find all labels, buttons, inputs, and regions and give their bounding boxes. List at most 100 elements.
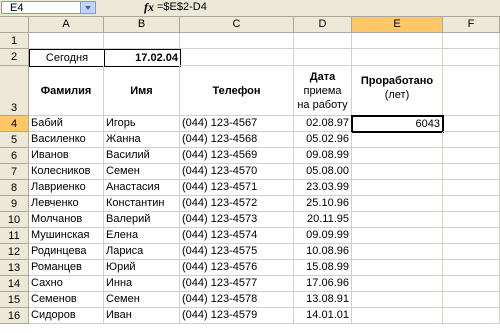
cell-e8[interactable] <box>352 180 443 196</box>
cell-b1[interactable] <box>104 33 180 49</box>
cell-e14[interactable] <box>352 276 443 292</box>
cell-d4[interactable]: 02.08.97 <box>294 116 352 132</box>
cell-f14[interactable] <box>443 276 500 292</box>
cell-a14[interactable]: Сахно <box>29 276 104 292</box>
cell-f15[interactable] <box>443 292 500 308</box>
cell-f12[interactable] <box>443 244 500 260</box>
cell-a4[interactable]: Бабий <box>29 116 104 132</box>
row-header-16[interactable]: 16 <box>0 308 29 324</box>
cell-b3[interactable]: Имя <box>104 66 180 116</box>
cell-b11[interactable]: Елена <box>104 228 180 244</box>
cell-d12[interactable]: 10.08.96 <box>294 244 352 260</box>
cell-f10[interactable] <box>443 212 500 228</box>
row-header-10[interactable]: 10 <box>0 212 29 228</box>
cell-f5[interactable] <box>443 132 500 148</box>
name-box[interactable]: E4 <box>1 1 96 14</box>
cell-f6[interactable] <box>443 148 500 164</box>
cell-f3[interactable] <box>443 66 500 116</box>
cell-d14[interactable]: 17.06.96 <box>294 276 352 292</box>
row-header-8[interactable]: 8 <box>0 180 29 196</box>
fx-icon[interactable]: fx <box>144 1 154 14</box>
cell-a5[interactable]: Василенко <box>29 132 104 148</box>
cell-a10[interactable]: Молчанов <box>29 212 104 228</box>
column-header-a[interactable]: A <box>29 17 104 33</box>
cell-e12[interactable] <box>352 244 443 260</box>
cell-f1[interactable] <box>443 33 500 49</box>
cell-c4[interactable]: (044) 123-4567 <box>180 116 294 132</box>
cell-c6[interactable]: (044) 123-4569 <box>180 148 294 164</box>
select-all-corner[interactable] <box>0 17 29 33</box>
cell-c7[interactable]: (044) 123-4570 <box>180 164 294 180</box>
cell-b4[interactable]: Игорь <box>104 116 180 132</box>
cell-a13[interactable]: Романцев <box>29 260 104 276</box>
row-header-6[interactable]: 6 <box>0 148 29 164</box>
cell-d2[interactable] <box>294 49 352 66</box>
column-header-d[interactable]: D <box>294 17 352 33</box>
cell-c15[interactable]: (044) 123-4578 <box>180 292 294 308</box>
cell-c1[interactable] <box>180 33 294 49</box>
cell-d10[interactable]: 20.11.95 <box>294 212 352 228</box>
row-header-9[interactable]: 9 <box>0 196 29 212</box>
row-header-12[interactable]: 12 <box>0 244 29 260</box>
cell-b10[interactable]: Валерий <box>104 212 180 228</box>
cell-e7[interactable] <box>352 164 443 180</box>
column-header-c[interactable]: C <box>180 17 294 33</box>
cell-a3[interactable]: Фамилия <box>29 66 104 116</box>
cell-a7[interactable]: Колесников <box>29 164 104 180</box>
cell-f16[interactable] <box>443 308 500 324</box>
column-header-e[interactable]: E <box>352 17 443 33</box>
cell-c13[interactable]: (044) 123-4576 <box>180 260 294 276</box>
cell-d8[interactable]: 23.03.99 <box>294 180 352 196</box>
cell-c10[interactable]: (044) 123-4573 <box>180 212 294 228</box>
cell-e13[interactable] <box>352 260 443 276</box>
cell-a2[interactable]: Сегодня <box>29 49 105 67</box>
cell-e2[interactable] <box>352 49 443 66</box>
cell-f8[interactable] <box>443 180 500 196</box>
cell-a16[interactable]: Сидоров <box>29 308 104 324</box>
cell-d13[interactable]: 15.08.99 <box>294 260 352 276</box>
cell-d15[interactable]: 13.08.91 <box>294 292 352 308</box>
cell-c5[interactable]: (044) 123-4568 <box>180 132 294 148</box>
cell-c8[interactable]: (044) 123-4571 <box>180 180 294 196</box>
cell-a15[interactable]: Семенов <box>29 292 104 308</box>
cell-b5[interactable]: Жанна <box>104 132 180 148</box>
cell-e16[interactable] <box>352 308 443 324</box>
formula-input[interactable]: =$E$2-D4 <box>157 1 207 14</box>
cell-a11[interactable]: Мушинская <box>29 228 104 244</box>
cell-b9[interactable]: Константин <box>104 196 180 212</box>
row-header-4[interactable]: 4 <box>0 116 29 132</box>
cell-e15[interactable] <box>352 292 443 308</box>
cell-e6[interactable] <box>352 148 443 164</box>
cell-a9[interactable]: Левченко <box>29 196 104 212</box>
cell-c12[interactable]: (044) 123-4575 <box>180 244 294 260</box>
row-header-2[interactable]: 2 <box>0 49 29 66</box>
cell-d16[interactable]: 14.01.01 <box>294 308 352 324</box>
cell-a6[interactable]: Иванов <box>29 148 104 164</box>
cell-d7[interactable]: 05.08.00 <box>294 164 352 180</box>
cell-d3[interactable]: Дата приема на работу <box>294 66 352 116</box>
cell-b6[interactable]: Василий <box>104 148 180 164</box>
cell-e9[interactable] <box>352 196 443 212</box>
cell-f13[interactable] <box>443 260 500 276</box>
name-box-dropdown-icon[interactable] <box>80 2 95 13</box>
cell-f7[interactable] <box>443 164 500 180</box>
cell-b12[interactable]: Лариса <box>104 244 180 260</box>
cell-a12[interactable]: Родинцева <box>29 244 104 260</box>
cell-e3[interactable]: Проработано (лет) <box>352 66 443 116</box>
row-header-13[interactable]: 13 <box>0 260 29 276</box>
cell-d9[interactable]: 25.10.96 <box>294 196 352 212</box>
cell-d1[interactable] <box>294 33 352 49</box>
cell-a8[interactable]: Лавриенко <box>29 180 104 196</box>
cell-b7[interactable]: Семен <box>104 164 180 180</box>
cell-b15[interactable]: Семен <box>104 292 180 308</box>
cell-f4[interactable] <box>443 116 500 132</box>
cell-a1[interactable] <box>29 33 104 49</box>
cell-b13[interactable]: Юрий <box>104 260 180 276</box>
cell-b14[interactable]: Инна <box>104 276 180 292</box>
row-header-14[interactable]: 14 <box>0 276 29 292</box>
cell-f11[interactable] <box>443 228 500 244</box>
cell-d6[interactable]: 09.08.99 <box>294 148 352 164</box>
row-header-5[interactable]: 5 <box>0 132 29 148</box>
column-header-f[interactable]: F <box>443 17 500 33</box>
cell-c9[interactable]: (044) 123-4572 <box>180 196 294 212</box>
